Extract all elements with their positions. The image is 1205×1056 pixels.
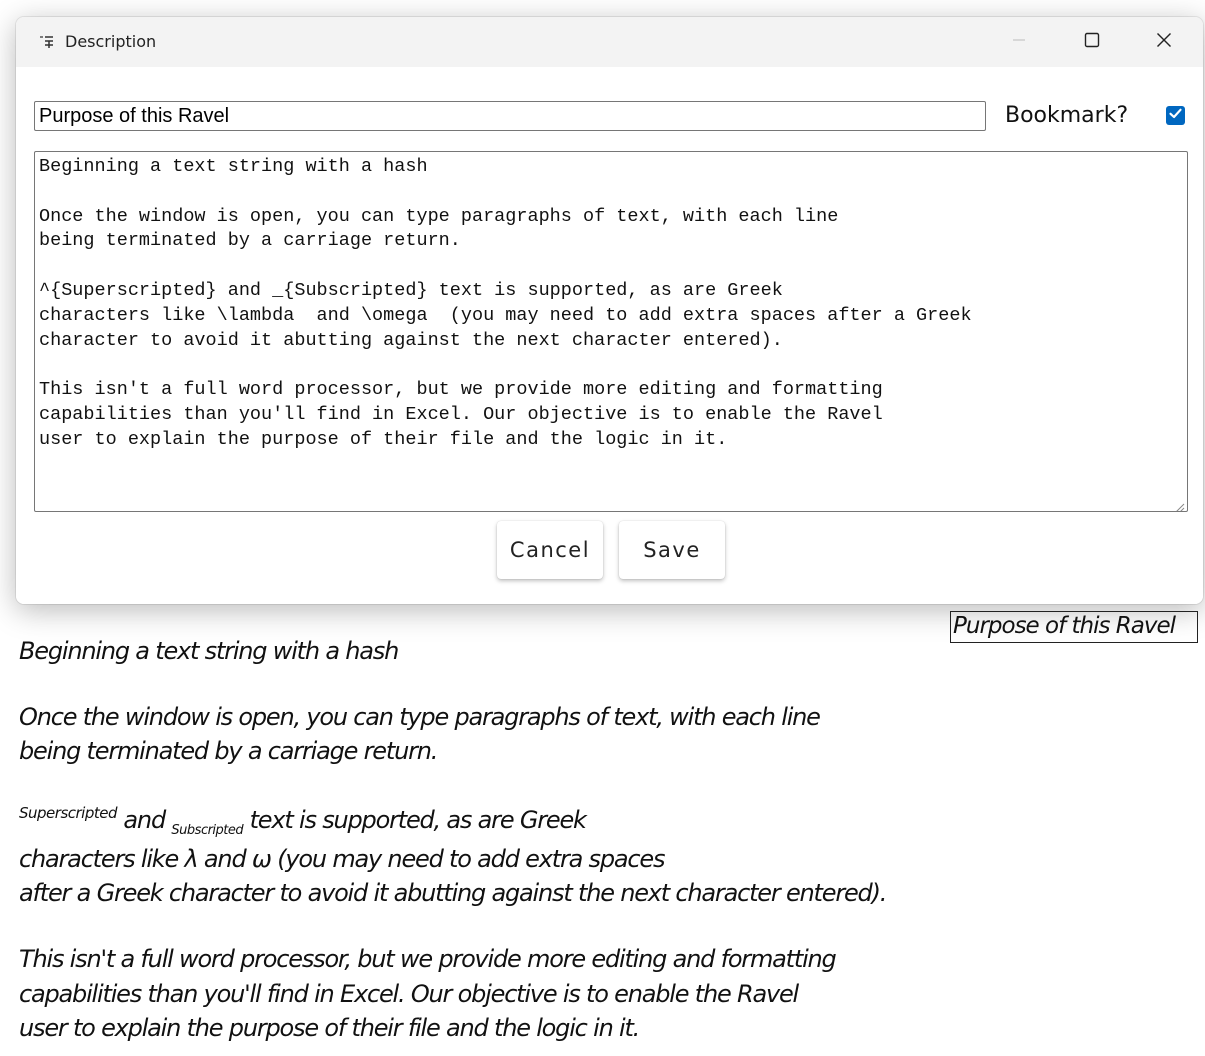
app-icon bbox=[36, 32, 58, 52]
rendered-line: This isn't a full word processor, but we… bbox=[19, 945, 837, 973]
resize-grip-icon[interactable] bbox=[1173, 497, 1185, 511]
title-bar[interactable]: Description bbox=[16, 17, 1203, 67]
textarea-line: characters like \lambda and \omega (you … bbox=[39, 304, 972, 326]
textarea-line: Once the window is open, you can type pa… bbox=[39, 205, 839, 227]
rendered-text: and bbox=[117, 806, 172, 834]
description-textarea[interactable]: Beginning a text string with a hash Once … bbox=[34, 151, 1188, 512]
rendered-line: being terminated by a carriage return. bbox=[19, 737, 438, 765]
dialog-content: Bookmark? Beginning a text string with a… bbox=[16, 67, 1203, 604]
rendered-line: after a Greek character to avoid it abut… bbox=[19, 879, 887, 907]
rendered-line: characters like λ and ω (you may need to… bbox=[19, 845, 665, 873]
maximize-button[interactable] bbox=[1057, 17, 1127, 67]
textarea-content: Beginning a text string with a hash Once … bbox=[39, 155, 1183, 453]
superscript-text: Superscripted bbox=[19, 804, 118, 822]
rendered-line: capabilities than you'll find in Excel. … bbox=[19, 980, 799, 1008]
maximize-icon bbox=[1084, 32, 1100, 53]
rendered-title: Purpose of this Ravel bbox=[950, 611, 1198, 643]
minimize-button[interactable] bbox=[984, 17, 1054, 67]
textarea-line: character to avoid it abutting against t… bbox=[39, 329, 783, 351]
minimize-icon bbox=[1012, 33, 1026, 52]
cancel-button[interactable]: Cancel bbox=[497, 521, 603, 579]
textarea-line: Beginning a text string with a hash bbox=[39, 156, 428, 177]
rendered-line: Once the window is open, you can type pa… bbox=[19, 703, 821, 731]
checkmark-icon bbox=[1168, 106, 1183, 126]
textarea-line bbox=[39, 254, 1183, 279]
bookmark-label: Bookmark? bbox=[1005, 103, 1129, 128]
textarea-line: being terminated by a carriage return. bbox=[39, 230, 461, 252]
rendered-text: text is supported, as are Greek bbox=[243, 806, 587, 834]
bookmark-checkbox[interactable] bbox=[1166, 106, 1185, 125]
title-input[interactable] bbox=[34, 101, 986, 131]
window-title: Description bbox=[65, 32, 157, 51]
subscript-text: Subscripted bbox=[171, 823, 244, 838]
rendered-line-sup-sub: Superscripted and Subscripted text is su… bbox=[19, 804, 587, 838]
rendered-line: user to explain the purpose of their fil… bbox=[19, 1014, 640, 1042]
textarea-line: ^{Superscripted} and _{Subscripted} text… bbox=[39, 279, 783, 301]
save-button[interactable]: Save bbox=[619, 521, 725, 579]
textarea-line bbox=[39, 353, 1183, 378]
textarea-line: capabilities than you'll find in Excel. … bbox=[39, 403, 883, 425]
textarea-line bbox=[39, 180, 1183, 205]
textarea-line: This isn't a full word processor, but we… bbox=[39, 379, 883, 401]
close-icon bbox=[1156, 32, 1172, 53]
close-button[interactable] bbox=[1129, 17, 1199, 67]
description-dialog: Description Bookmark? Beginning a text s… bbox=[16, 17, 1203, 604]
textarea-line: user to explain the purpose of their fil… bbox=[39, 428, 728, 450]
rendered-line: Beginning a text string with a hash bbox=[19, 637, 399, 665]
